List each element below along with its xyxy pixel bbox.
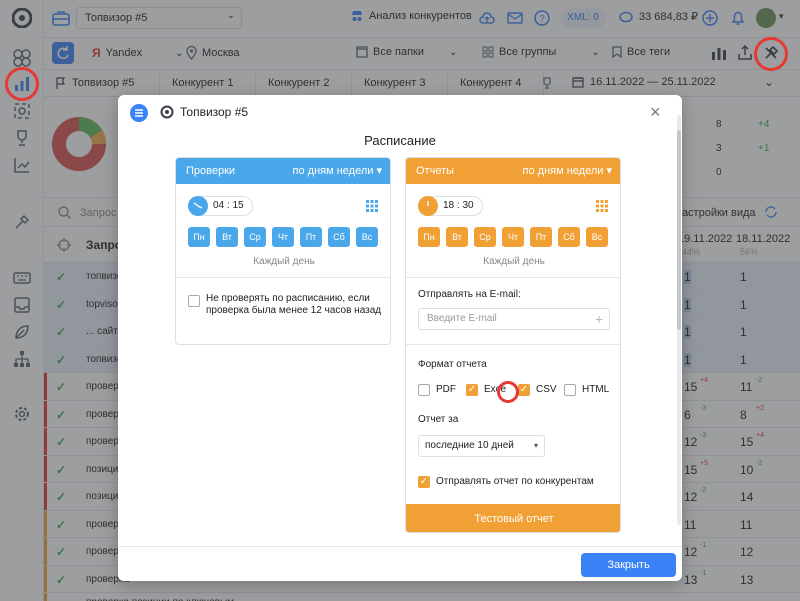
grid-menu-icon[interactable] [596, 200, 608, 212]
schedule-modal: Топвизор #5 × Расписание Проверки по дня… [118, 95, 682, 581]
reports-time-input[interactable]: 18 : 30 [418, 196, 483, 216]
checks-day-button[interactable]: Чт [272, 227, 294, 247]
checks-day-button[interactable]: Вт [216, 227, 238, 247]
checks-title: Проверки [186, 165, 236, 177]
close-button[interactable]: Закрыть [581, 553, 676, 577]
modal-scrollbar[interactable] [677, 115, 681, 525]
competitors-label: Отправлять отчет по конкурентам [436, 476, 594, 487]
scrollbar-thumb[interactable] [677, 130, 681, 330]
format-label: Формат отчета [418, 359, 487, 370]
period-select[interactable]: последние 10 дней ▾ [418, 435, 545, 457]
modal-footer: Закрыть [118, 546, 682, 581]
format-label: PDF [436, 384, 456, 395]
checks-time: 04 : 15 [213, 200, 244, 211]
email-input[interactable]: Введите E-mail + [418, 308, 610, 330]
checks-header: Проверки по дням недели ▾ [176, 158, 390, 184]
modal-header: Топвизор #5 × [118, 95, 682, 129]
checks-day-button[interactable]: Пт [300, 227, 322, 247]
skip-recent-checkbox[interactable] [188, 295, 200, 307]
clock-icon [188, 196, 208, 216]
format-label: CSV [536, 384, 557, 395]
format-checkbox[interactable]: ✓ [518, 384, 530, 396]
reports-header: Отчеты по дням недели ▾ [406, 158, 620, 184]
menu-icon[interactable] [130, 104, 148, 122]
reports-day-button[interactable]: Чт [502, 227, 524, 247]
checks-panel: Проверки по дням недели ▾ 04 : 15 Пн Вт Ср… [175, 157, 391, 345]
format-checkbox[interactable] [564, 384, 576, 396]
format-checkbox[interactable] [418, 384, 430, 396]
caret-down-icon: ▾ [533, 441, 538, 450]
close-icon[interactable]: × [650, 103, 661, 121]
reports-every-day: Каждый день [483, 256, 545, 267]
grid-menu-icon[interactable] [366, 200, 378, 212]
divider [406, 277, 620, 278]
highlight-circle [497, 381, 519, 403]
checks-day-button[interactable]: Ср [244, 227, 266, 247]
format-label: HTML [582, 384, 610, 395]
competitors-checkbox[interactable]: ✓ [418, 476, 430, 488]
project-logo-icon [160, 105, 174, 119]
modal-subtitle: Расписание [364, 133, 436, 148]
period-value: последние 10 дней [425, 440, 514, 451]
reports-frequency-select[interactable]: по дням недели ▾ [523, 158, 612, 184]
checks-frequency-select[interactable]: по дням недели ▾ [293, 158, 382, 184]
email-label: Отправлять на E-mail: [418, 289, 521, 300]
skip-recent-label: Не проверять по расписанию, если проверк… [206, 293, 382, 316]
email-placeholder: Введите E-mail [427, 313, 497, 324]
checks-day-button[interactable]: Сб [328, 227, 350, 247]
reports-panel: Отчеты по дням недели ▾ 18 : 30 Пн Вт Ср Чт… [405, 157, 621, 533]
checks-time-input[interactable]: 04 : 15 [188, 196, 253, 216]
divider [176, 277, 390, 278]
checks-frequency-label: по дням недели [292, 165, 374, 177]
checks-day-button[interactable]: Пн [188, 227, 210, 247]
format-checkbox[interactable]: ✓ [466, 384, 478, 396]
clock-icon [418, 196, 438, 216]
period-label: Отчет за [418, 414, 459, 425]
reports-day-button[interactable]: Сб [558, 227, 580, 247]
add-email-icon[interactable]: + [595, 309, 603, 329]
reports-day-button[interactable]: Ср [474, 227, 496, 247]
checks-day-button[interactable]: Вс [356, 227, 378, 247]
reports-day-button[interactable]: Вт [446, 227, 468, 247]
divider [406, 344, 620, 345]
reports-day-button[interactable]: Пт [530, 227, 552, 247]
reports-title: Отчеты [416, 165, 455, 177]
reports-frequency-label: по дням недели [522, 165, 604, 177]
reports-day-button[interactable]: Пн [418, 227, 440, 247]
test-report-button[interactable]: Тестовый отчет [406, 504, 620, 532]
modal-title: Топвизор #5 [180, 105, 249, 119]
highlight-circle [5, 67, 39, 101]
checks-every-day: Каждый день [253, 256, 315, 267]
reports-time: 18 : 30 [443, 200, 474, 211]
reports-day-button[interactable]: Вс [586, 227, 608, 247]
highlight-circle [754, 37, 788, 71]
